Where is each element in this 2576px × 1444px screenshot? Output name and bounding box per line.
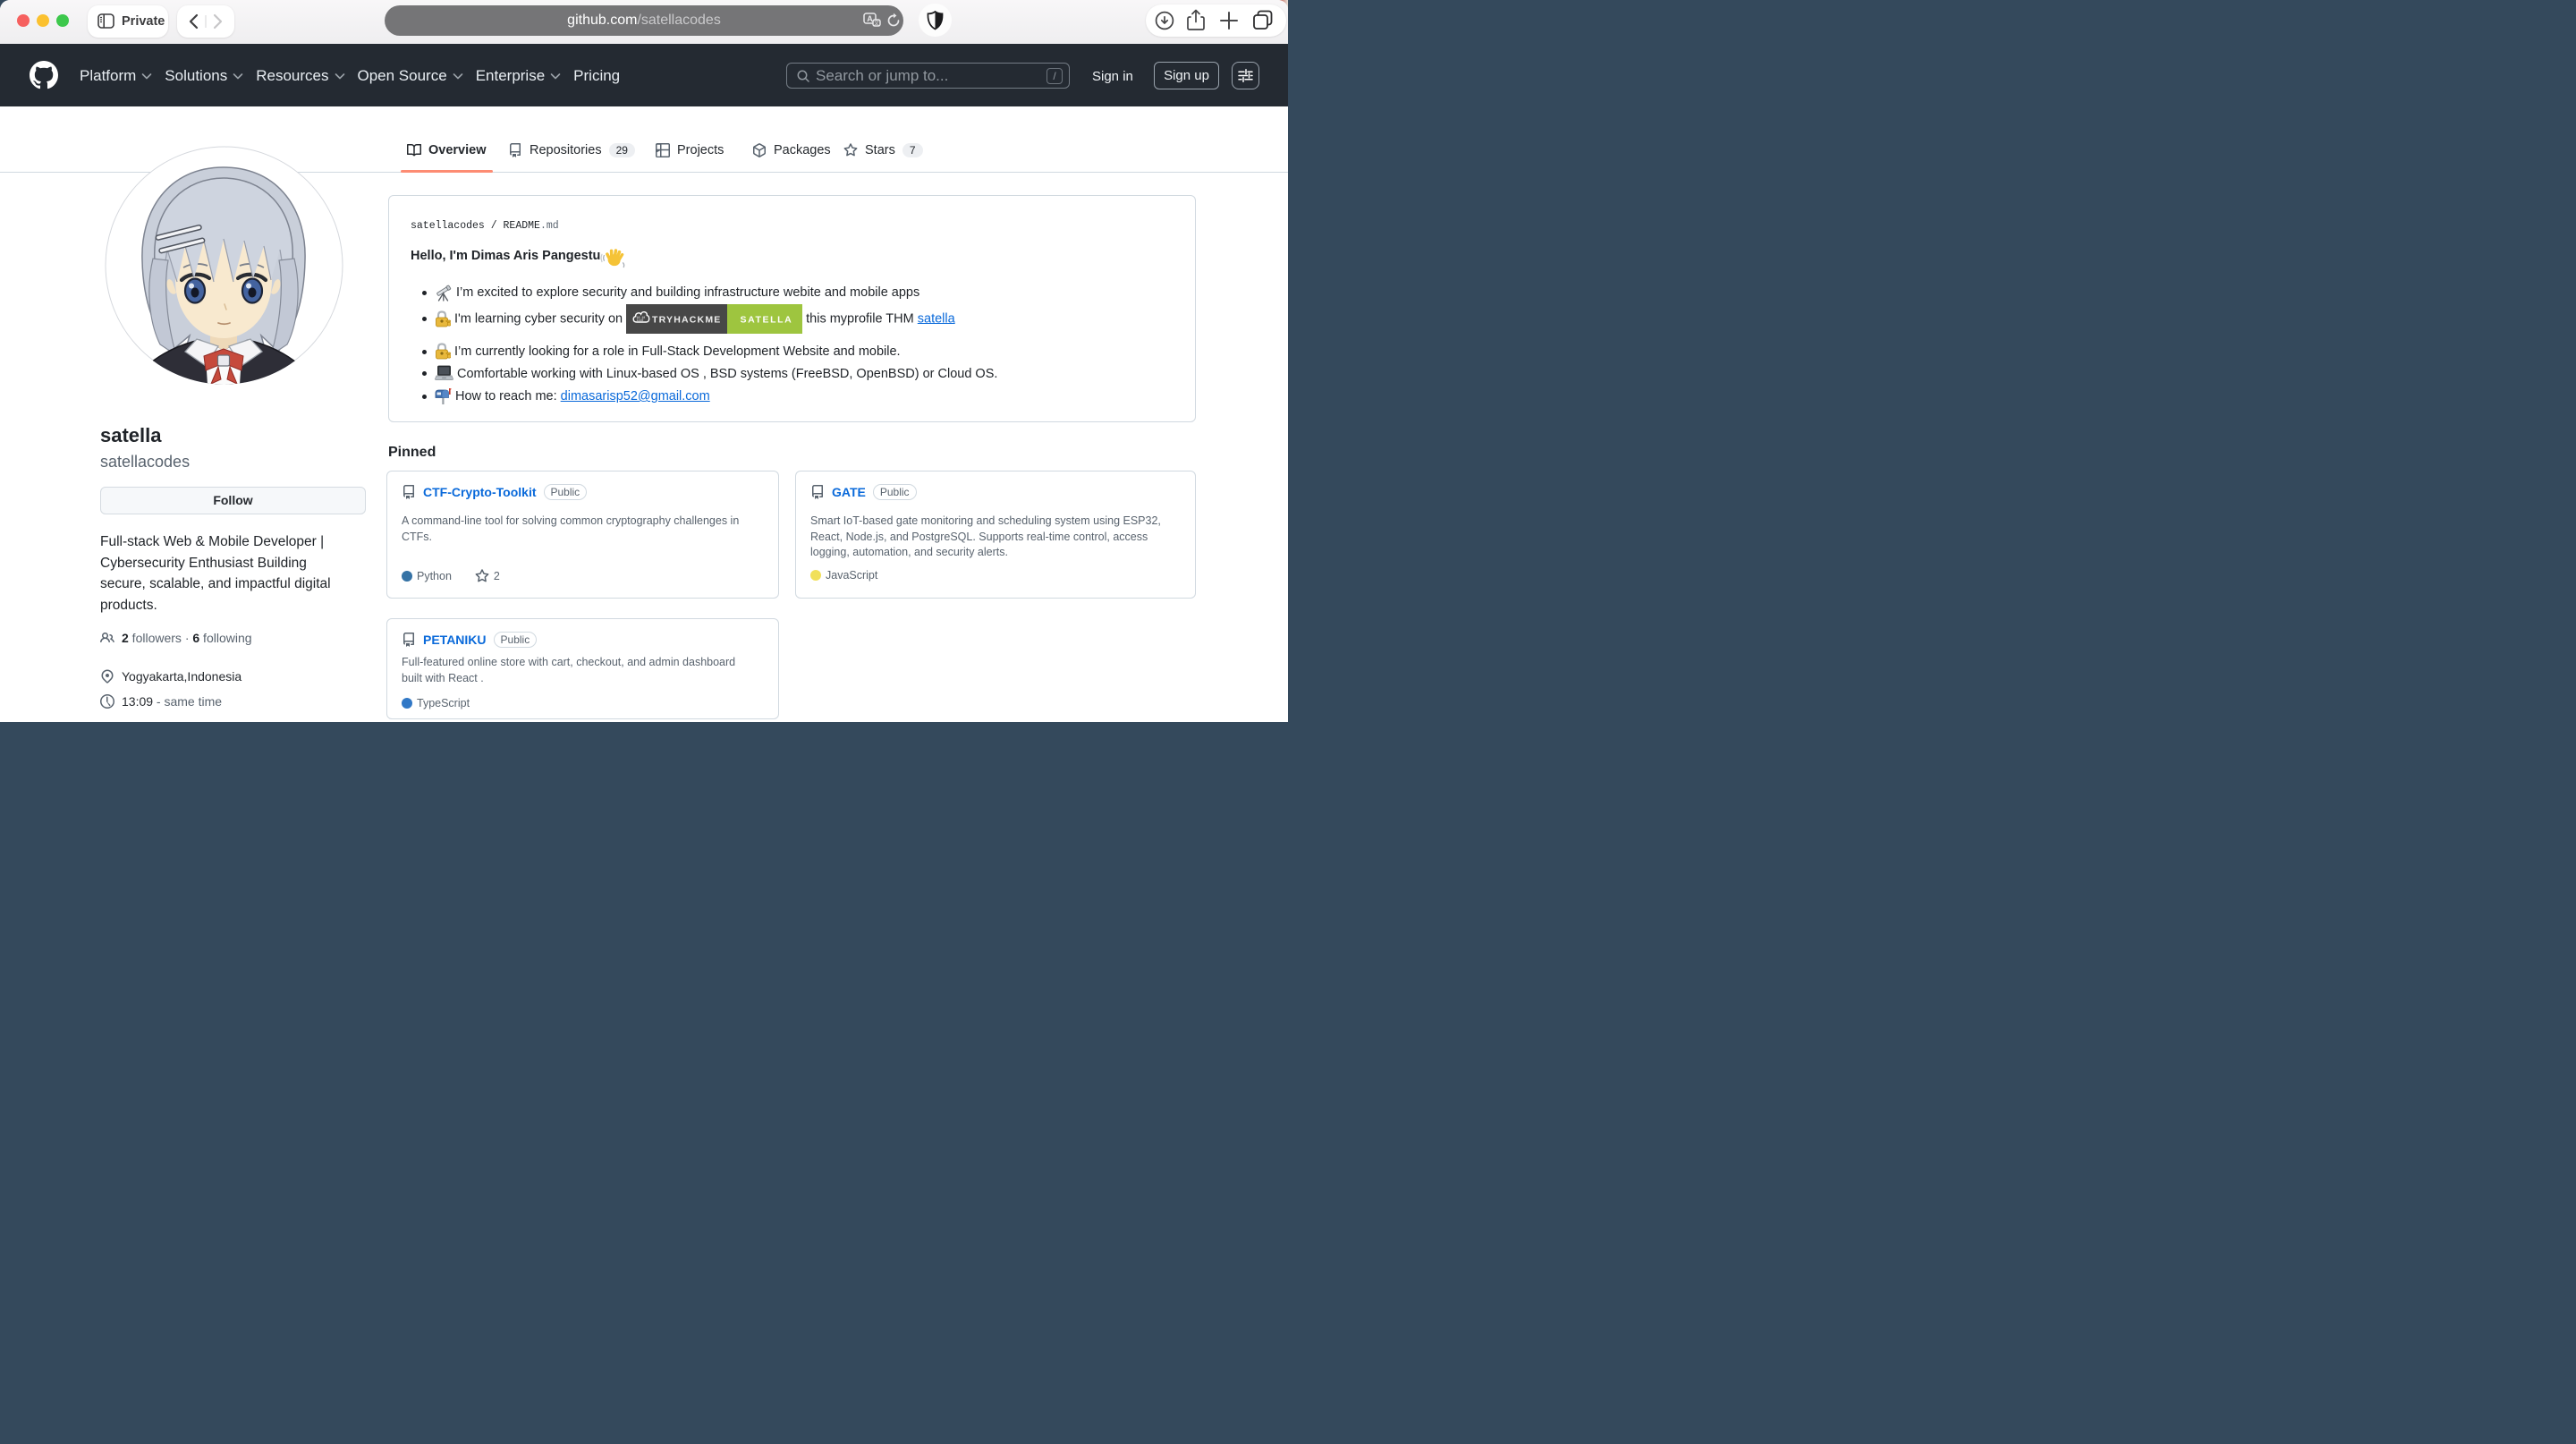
svg-text:A: A bbox=[867, 14, 873, 23]
svg-text:SATELLA: SATELLA bbox=[741, 315, 793, 326]
svg-text:1110: 1110 bbox=[637, 319, 644, 322]
svg-text:TRYHACKME: TRYHACKME bbox=[652, 315, 722, 326]
svg-text:文: 文 bbox=[874, 20, 879, 27]
